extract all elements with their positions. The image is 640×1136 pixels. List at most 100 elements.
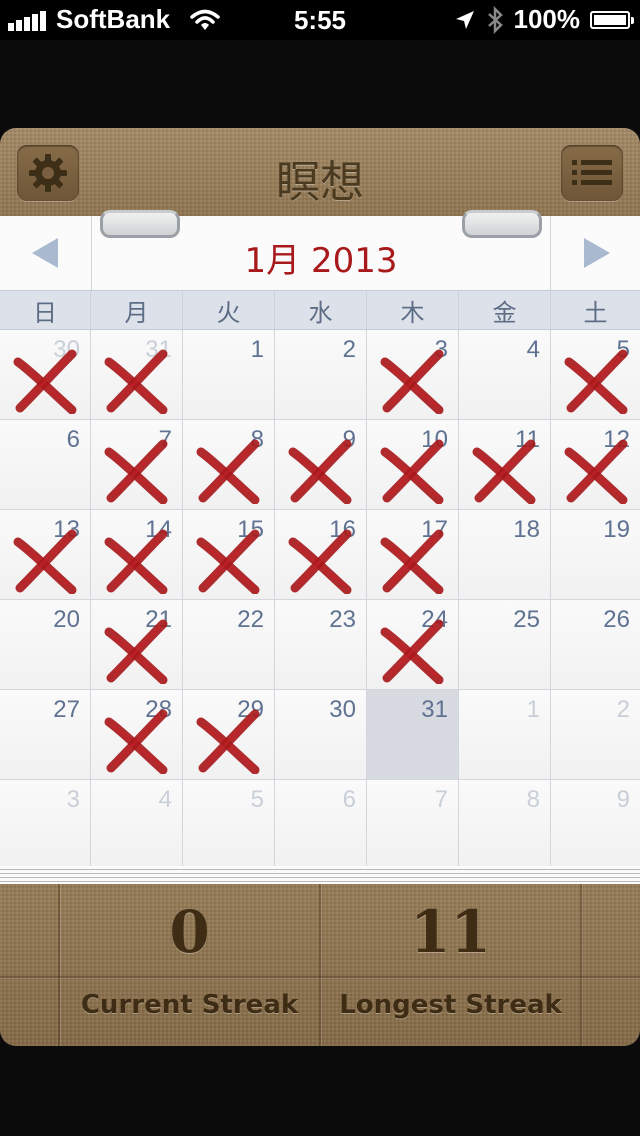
day-cell[interactable]: 6 [275,780,367,870]
day-cell[interactable]: 12 [551,420,640,510]
day-cell[interactable]: 21 [91,600,183,690]
day-cell[interactable]: 30 [0,330,91,420]
day-number: 14 [145,516,172,543]
day-cell[interactable]: 29 [183,690,275,780]
weekday-label: 火 [183,291,275,329]
streak-panel: 0 11 Current Streak Longest Streak [0,884,640,1046]
weekday-label: 月 [91,291,183,329]
day-cell[interactable]: 1 [459,690,551,780]
day-cell[interactable]: 26 [551,600,640,690]
day-number: 3 [434,336,448,363]
bluetooth-icon [487,5,503,34]
divider [580,884,582,1046]
day-number: 30 [329,696,356,723]
day-number: 18 [513,516,540,543]
day-number: 1 [250,336,264,363]
day-number: 2 [616,696,630,723]
day-number: 23 [329,606,356,633]
day-number: 9 [616,786,630,813]
day-cell[interactable]: 24 [367,600,459,690]
weekday-label: 水 [275,291,367,329]
current-streak-value: 0 [169,898,210,966]
day-cell[interactable]: 4 [459,330,551,420]
day-cell[interactable]: 5 [551,330,640,420]
day-number: 12 [603,426,630,453]
day-cell[interactable]: 14 [91,510,183,600]
day-number: 31 [145,336,172,363]
day-number: 4 [526,336,540,363]
location-icon [455,10,474,29]
day-number: 25 [513,606,540,633]
weekday-header: 日 月 火 水 木 金 土 [0,290,640,330]
day-cell[interactable]: 22 [183,600,275,690]
weekday-label: 日 [0,291,91,329]
day-number: 6 [342,786,356,813]
day-number: 16 [329,516,356,543]
divider [550,216,551,290]
day-number: 8 [526,786,540,813]
day-cell[interactable]: 9 [551,780,640,870]
day-number: 8 [250,426,264,453]
calendar: 1月 2013 日 月 火 水 木 金 土 30 31 1 2 3 4 5 6 7 8 9 10 11 1… [0,210,640,870]
arrow-right-icon [584,238,610,268]
paper-clip [100,210,180,238]
day-cell[interactable]: 16 [275,510,367,600]
longest-streak-label: Longest Streak [339,990,562,1020]
day-cell[interactable]: 28 [91,690,183,780]
day-cell[interactable]: 8 [459,780,551,870]
weekday-label: 金 [459,291,551,329]
status-bar: SoftBank 5:55 100% [0,0,640,40]
day-cell[interactable]: 25 [459,600,551,690]
day-cell[interactable]: 8 [183,420,275,510]
day-cell[interactable]: 31 [91,330,183,420]
next-month-button[interactable] [552,216,640,290]
longest-streak-value: 11 [410,898,491,966]
menu-list-button[interactable] [561,145,623,201]
day-cell[interactable]: 18 [459,510,551,600]
day-cell[interactable]: 27 [0,690,91,780]
day-cell[interactable]: 1 [183,330,275,420]
weekday-label: 土 [583,298,608,327]
day-cell[interactable]: 17 [367,510,459,600]
day-cell[interactable]: 9 [275,420,367,510]
day-number: 11 [515,426,540,453]
day-cell[interactable]: 4 [91,780,183,870]
day-number: 29 [237,696,264,723]
day-cell[interactable]: 3 [367,330,459,420]
prev-month-button[interactable] [0,216,90,290]
page-title: 瞑想 [276,157,364,208]
day-number: 15 [237,516,264,543]
day-cell[interactable]: 2 [551,690,640,780]
day-cell[interactable]: 20 [0,600,91,690]
day-cell[interactable]: 11 [459,420,551,510]
day-cell[interactable]: 30 [275,690,367,780]
day-number: 4 [158,786,172,813]
day-number: 9 [342,426,356,453]
day-cell[interactable]: 3 [0,780,91,870]
day-cell[interactable]: 7 [91,420,183,510]
day-cell[interactable]: 2 [275,330,367,420]
day-cell[interactable]: 23 [275,600,367,690]
day-number: 5 [616,336,630,363]
weekday-label: 木 [367,291,459,329]
day-number: 10 [421,426,448,453]
day-cell[interactable]: 19 [551,510,640,600]
list-icon [572,160,612,185]
day-cell-today[interactable]: 31 [367,690,459,780]
day-cell[interactable]: 6 [0,420,91,510]
day-number: 30 [53,336,80,363]
day-number: 7 [158,426,172,453]
day-number: 7 [434,786,448,813]
day-cell[interactable]: 7 [367,780,459,870]
day-cell[interactable]: 13 [0,510,91,600]
day-number: 27 [53,696,80,723]
day-number: 26 [603,606,630,633]
month-bar: 1月 2013 [0,210,640,290]
day-cell[interactable]: 5 [183,780,275,870]
month-title: 1月 2013 [244,241,398,281]
battery-percent: 100% [513,4,581,34]
battery-icon [590,10,634,29]
day-number: 22 [237,606,264,633]
day-cell[interactable]: 10 [367,420,459,510]
day-cell[interactable]: 15 [183,510,275,600]
